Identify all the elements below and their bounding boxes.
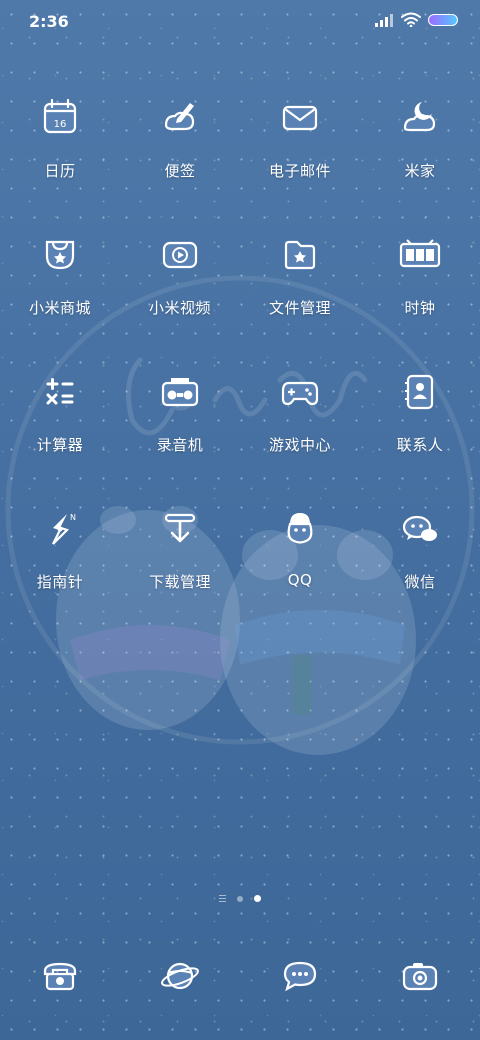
- app-label: 指南针: [36, 573, 84, 591]
- messages-icon: [274, 950, 326, 1002]
- file-manager-icon: [274, 229, 326, 281]
- recorder-icon: [154, 366, 206, 418]
- app-calendar[interactable]: 16 日历: [0, 92, 120, 229]
- status-bar: 2:36: [0, 0, 480, 42]
- wechat-icon: [394, 503, 446, 555]
- dock-phone[interactable]: [0, 950, 120, 1006]
- dock-camera[interactable]: [360, 950, 480, 1006]
- app-label: 电子邮件: [268, 162, 331, 180]
- app-download-manager[interactable]: 下载管理: [120, 503, 240, 640]
- contacts-icon: [394, 366, 446, 418]
- app-label: 米家: [404, 162, 436, 180]
- app-label: 游戏中心: [268, 436, 331, 454]
- app-mi-video[interactable]: 小米视频: [120, 229, 240, 366]
- app-wechat[interactable]: 微信: [360, 503, 480, 640]
- app-notes[interactable]: 便签: [120, 92, 240, 229]
- app-label: 录音机: [156, 436, 204, 454]
- app-label: 微信: [404, 573, 436, 591]
- clock-icon: [394, 229, 446, 281]
- svg-text:N: N: [70, 513, 76, 522]
- app-label: 下载管理: [148, 573, 211, 591]
- app-mi-store[interactable]: 小米商城: [0, 229, 120, 366]
- dock-messages[interactable]: [240, 950, 360, 1006]
- app-label: 计算器: [36, 436, 84, 454]
- game-center-icon: [274, 366, 326, 418]
- app-game-center[interactable]: 游戏中心: [240, 366, 360, 503]
- app-label: 时钟: [404, 299, 436, 317]
- app-label: 联系人: [396, 436, 444, 454]
- app-file-manager[interactable]: 文件管理: [240, 229, 360, 366]
- app-grid: 16 日历 便签 电子邮件 米家 小米商城 小米视频 文件管理 时钟 计算器 录…: [0, 92, 480, 640]
- page-dot-active: [254, 895, 261, 902]
- calendar-icon: 16: [34, 92, 86, 144]
- app-clock[interactable]: 时钟: [360, 229, 480, 366]
- app-recorder[interactable]: 录音机: [120, 366, 240, 503]
- dock: [0, 950, 480, 1006]
- download-manager-icon: [154, 503, 206, 555]
- app-label: 小米商城: [28, 299, 91, 317]
- app-contacts[interactable]: 联系人: [360, 366, 480, 503]
- phone-icon: [34, 950, 86, 1002]
- compass-icon: N: [34, 503, 86, 555]
- mi-store-icon: [34, 229, 86, 281]
- notes-icon: [154, 92, 206, 144]
- mijia-icon: [394, 92, 446, 144]
- app-label: 便签: [164, 162, 196, 180]
- browser-icon: [154, 950, 206, 1002]
- page-indicator[interactable]: [0, 895, 480, 902]
- page-dot: [237, 895, 243, 902]
- mi-video-icon: [154, 229, 206, 281]
- app-label: 文件管理: [268, 299, 331, 317]
- app-calculator[interactable]: 计算器: [0, 366, 120, 503]
- email-icon: [274, 92, 326, 144]
- wifi-icon: [401, 12, 421, 27]
- battery-icon: [428, 13, 458, 26]
- camera-icon: [394, 950, 446, 1002]
- status-time: 2:36: [29, 12, 69, 31]
- app-label: 小米视频: [148, 299, 211, 317]
- app-email[interactable]: 电子邮件: [240, 92, 360, 229]
- app-label: QQ: [287, 571, 313, 589]
- signal-icon: [375, 13, 393, 27]
- app-compass[interactable]: N 指南针: [0, 503, 120, 640]
- qq-icon: [274, 503, 326, 555]
- dock-browser[interactable]: [120, 950, 240, 1006]
- page-indicator-menu-icon: [219, 895, 226, 902]
- calendar-day: 16: [54, 119, 67, 130]
- calculator-icon: [34, 366, 86, 418]
- app-label: 日历: [44, 162, 76, 180]
- app-mijia[interactable]: 米家: [360, 92, 480, 229]
- app-qq[interactable]: QQ: [240, 503, 360, 640]
